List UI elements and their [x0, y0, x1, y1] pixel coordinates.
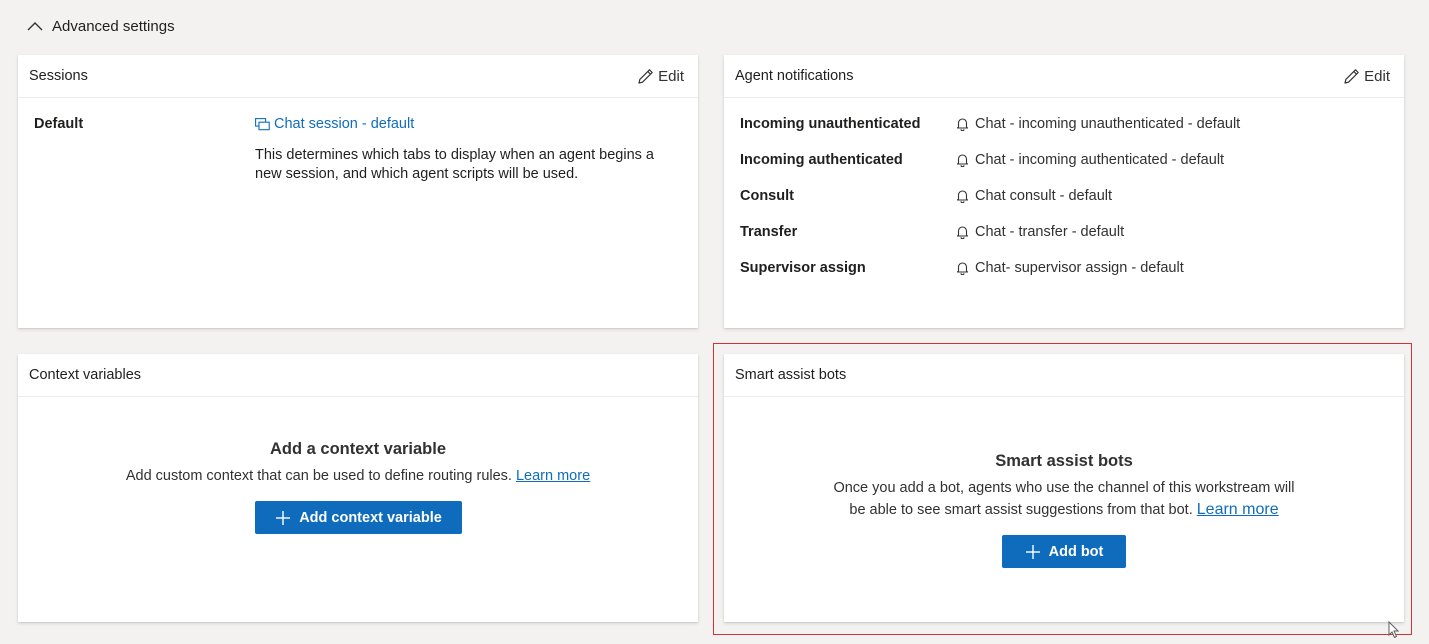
smart-title: Smart assist bots — [735, 367, 847, 383]
advanced-settings-title: Advanced settings — [52, 17, 175, 35]
pencil-icon — [1344, 68, 1359, 84]
mouse-cursor-icon — [1388, 621, 1400, 639]
sessions-card: Sessions Edit Default Chat session - def… — [18, 55, 698, 328]
add-bot-button[interactable]: Add bot — [1002, 535, 1126, 568]
add-bot-label: Add bot — [1048, 543, 1104, 560]
plus-icon — [1025, 544, 1040, 559]
notification-label: Supervisor assign — [740, 260, 866, 276]
notification-value-label: Chat consult - default — [975, 188, 1113, 204]
context-title: Context variables — [29, 367, 142, 383]
notifications-edit-button[interactable]: Edit — [1343, 68, 1390, 85]
agent-notifications-card: Agent notifications Edit Incoming unauth… — [724, 55, 1404, 328]
notification-label: Incoming unauthenticated — [740, 116, 921, 132]
smart-empty-title: Smart assist bots — [995, 452, 1133, 470]
context-learn-more-link[interactable]: Learn more — [516, 468, 590, 484]
bell-icon — [956, 190, 969, 203]
notification-value[interactable]: Chat - incoming unauthenticated - defaul… — [956, 116, 1240, 132]
notification-value[interactable]: Chat- supervisor assign - default — [956, 260, 1184, 276]
smart-assist-bots-card: Smart assist bots Smart assist bots Once… — [724, 354, 1404, 622]
sessions-description: This determines which tabs to display wh… — [255, 147, 654, 182]
session-icon — [255, 117, 270, 130]
notification-value-label: Chat - transfer - default — [975, 224, 1125, 240]
smart-learn-more-link[interactable]: Learn more — [1197, 501, 1279, 518]
context-empty-description: Add custom context that can be used to d… — [18, 466, 698, 487]
smart-empty-line2: be able to see smart assist suggestions … — [724, 499, 1404, 521]
add-context-variable-button[interactable]: Add context variable — [255, 501, 462, 534]
sessions-title: Sessions — [29, 68, 88, 84]
context-empty-title: Add a context variable — [269, 440, 447, 458]
notification-value-label: Chat - incoming unauthenticated - defaul… — [975, 116, 1241, 132]
notification-value-label: Chat- supervisor assign - default — [975, 260, 1184, 276]
bell-icon — [956, 154, 969, 167]
bell-icon — [956, 262, 969, 275]
bell-icon — [956, 118, 969, 131]
smart-empty-line1: Once you add a bot, agents who use the c… — [833, 480, 1295, 496]
smart-empty-text: be able to see smart assist suggestions … — [849, 502, 1193, 518]
notification-label: Incoming authenticated — [740, 152, 903, 168]
sessions-edit-button[interactable]: Edit — [637, 68, 684, 85]
chat-session-link-label: Chat session - default — [274, 116, 415, 132]
notification-label: Consult — [740, 188, 794, 204]
notifications-card-header: Agent notifications Edit — [724, 55, 1404, 98]
notification-label: Transfer — [740, 224, 798, 240]
notifications-edit-label: Edit — [1364, 67, 1390, 85]
notification-value[interactable]: Chat - transfer - default — [956, 224, 1124, 240]
chat-session-link[interactable]: Chat session - default — [255, 116, 414, 132]
notification-value[interactable]: Chat consult - default — [956, 188, 1112, 204]
chevron-up-icon — [27, 22, 43, 31]
notification-value-label: Chat - incoming authenticated - default — [975, 152, 1225, 168]
add-context-variable-label: Add context variable — [299, 509, 442, 526]
context-empty-text: Add custom context that can be used to d… — [125, 468, 512, 484]
smart-card-header: Smart assist bots — [724, 354, 1404, 397]
plus-icon — [276, 510, 291, 525]
bell-icon — [956, 226, 969, 239]
context-variables-card: Context variables Add a context variable… — [18, 354, 698, 622]
notification-value[interactable]: Chat - incoming authenticated - default — [956, 152, 1224, 168]
smart-empty-description: Once you add a bot, agents who use the c… — [724, 478, 1404, 521]
advanced-settings-toggle[interactable]: Advanced settings — [27, 14, 175, 38]
sessions-default-label: Default — [34, 116, 84, 132]
notifications-title: Agent notifications — [735, 68, 854, 84]
sessions-edit-label: Edit — [658, 67, 684, 85]
pencil-icon — [638, 68, 653, 84]
context-card-header: Context variables — [18, 354, 698, 397]
sessions-card-header: Sessions Edit — [18, 55, 698, 98]
